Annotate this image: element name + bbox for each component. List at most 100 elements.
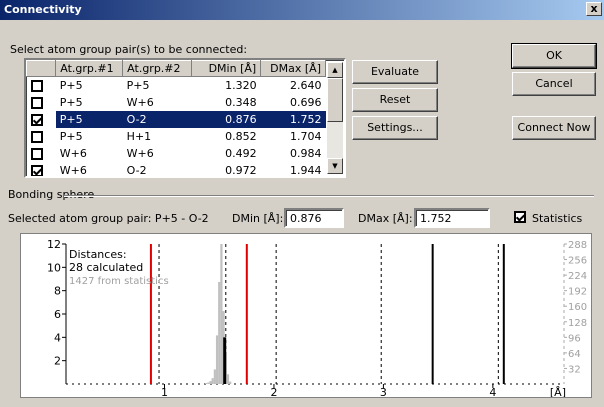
y-tick-label-left: 4 <box>54 331 61 344</box>
table-scrollbar[interactable]: ▲ ▼ <box>327 62 343 174</box>
cancel-label: Cancel <box>535 77 573 90</box>
row-checkbox[interactable] <box>27 162 56 176</box>
statistics-check-icon[interactable] <box>514 211 526 223</box>
cell-grp2: W+6 <box>126 95 154 109</box>
bonding-sphere-divider <box>64 195 594 197</box>
ok-label: OK <box>546 49 562 62</box>
ok-button[interactable]: OK <box>511 43 597 69</box>
statistics-bar <box>209 381 212 384</box>
evaluate-label: Evaluate <box>370 65 420 78</box>
col-header-dmax[interactable]: DMax [Å] <box>260 60 326 77</box>
statistics-bar <box>213 369 216 384</box>
y-tick-label-right: 256 <box>568 256 587 267</box>
cell-grp2: P+5 <box>126 78 150 92</box>
col-header-grp1[interactable]: At.grp.#1 <box>55 60 124 77</box>
y-tick-label-right: 128 <box>568 318 587 329</box>
histogram-svg: 246810123264961281601922242562881 2 3 4 [Å]D… <box>47 238 587 397</box>
table-row[interactable]: W+6 W+6 0.492 0.984 <box>27 145 326 162</box>
settings-button[interactable]: Settings... <box>352 116 438 140</box>
statistics-bar <box>220 244 223 384</box>
table-row[interactable]: W+6 O-2 0.972 1.944 <box>27 162 326 177</box>
y-tick-label-right: 32 <box>568 364 581 375</box>
cell-grp1: P+5 <box>59 78 83 92</box>
scroll-up-icon[interactable]: ▲ <box>327 62 343 78</box>
statistics-bar <box>226 374 230 384</box>
y-tick-label-left: 10 <box>47 261 61 274</box>
table-header-row: At.grp.#1 At.grp.#2 DMin [Å] DMax [Å] <box>26 60 326 77</box>
checkbox-icon[interactable] <box>30 130 43 143</box>
table-row[interactable]: P+5 O-2 0.876 1.752 <box>27 110 326 128</box>
x-tick-label: 4 <box>489 386 496 397</box>
statistics-bar <box>205 383 208 384</box>
cell-grp2: W+6 <box>126 146 154 160</box>
x-tick-label: 3 <box>380 386 387 397</box>
cell-dmin: 0.876 <box>191 110 261 128</box>
y-tick-label-right: 160 <box>568 302 587 313</box>
cell-dmin: 0.972 <box>225 163 257 177</box>
statistics-checkbox[interactable] <box>514 210 526 223</box>
cell-grp2: H+1 <box>126 129 152 143</box>
x-unit-label: [Å] <box>550 386 566 397</box>
cell-dmax: 1.704 <box>290 129 322 143</box>
statistics-bar <box>211 378 214 384</box>
scroll-thumb[interactable] <box>327 78 343 122</box>
table-row[interactable]: P+5 W+6 0.348 0.696 <box>27 94 326 111</box>
cell-dmin: 0.348 <box>225 95 257 109</box>
y-tick-label-right: 64 <box>568 349 581 360</box>
row-checkbox[interactable] <box>27 128 56 145</box>
selected-pair-label: Selected atom group pair: P+5 - O-2 <box>8 212 209 225</box>
cell-grp1: W+6 <box>59 146 87 160</box>
checkbox-icon[interactable] <box>30 164 43 176</box>
y-tick-label-right: 96 <box>568 333 581 344</box>
checkbox-icon[interactable] <box>30 96 43 109</box>
y-tick-label-left: 6 <box>54 308 61 321</box>
window-title: Connectivity <box>4 3 82 16</box>
connect-now-label: Connect Now <box>517 121 591 134</box>
row-checkbox[interactable] <box>27 77 56 94</box>
statistics-bar <box>218 281 221 384</box>
cell-dmin: 0.852 <box>225 129 257 143</box>
select-pairs-label: Select atom group pair(s) to be connecte… <box>10 43 248 56</box>
cell-dmax: 1.752 <box>260 110 326 128</box>
checkbox-icon[interactable] <box>30 113 43 126</box>
checkbox-icon[interactable] <box>30 147 43 160</box>
table-row[interactable]: P+5 P+5 1.320 2.640 <box>27 77 326 94</box>
col-header-dmin[interactable]: DMin [Å] <box>191 60 262 77</box>
cell-dmax: 0.984 <box>290 146 322 160</box>
table-row[interactable]: P+5 H+1 0.852 1.704 <box>27 128 326 145</box>
reset-button[interactable]: Reset <box>352 88 438 112</box>
row-checkbox[interactable] <box>27 111 56 128</box>
y-tick-label-left: 8 <box>54 285 61 298</box>
cell-grp1: P+5 <box>59 129 83 143</box>
title-bar: Connectivity x <box>0 0 604 20</box>
col-header-check[interactable] <box>26 60 57 77</box>
col-header-grp2[interactable]: At.grp.#2 <box>122 60 193 77</box>
evaluate-button[interactable]: Evaluate <box>352 60 438 84</box>
cell-dmin: 0.492 <box>225 146 257 160</box>
y-tick-label-right: 192 <box>568 287 587 298</box>
statistics-bar <box>229 381 232 384</box>
row-checkbox[interactable] <box>27 145 56 162</box>
legend-line-calculated: 28 calculated <box>69 261 143 274</box>
dmax-field[interactable]: 1.752 <box>414 208 490 228</box>
row-checkbox[interactable] <box>27 94 56 111</box>
connect-now-button[interactable]: Connect Now <box>512 116 596 140</box>
close-icon[interactable]: x <box>586 2 602 16</box>
scroll-down-icon[interactable]: ▼ <box>327 158 343 174</box>
x-tick-label: 1 <box>161 386 168 397</box>
reset-label: Reset <box>379 93 411 106</box>
checkbox-icon[interactable] <box>30 79 43 92</box>
dmin-label: DMin [Å]: <box>232 212 284 225</box>
distance-histogram: 2 4 6 8 10 12 32 64 96 128 160 192 224 256 288 1 2 3 4 [Å] D… <box>20 233 592 398</box>
calculated-bar <box>223 337 227 384</box>
cell-grp2: O-2 <box>122 110 192 128</box>
dmin-field[interactable]: 0.876 <box>284 208 344 228</box>
pairs-table: At.grp.#1 At.grp.#2 DMin [Å] DMax [Å] P+… <box>26 60 344 176</box>
statistics-bar <box>215 335 219 384</box>
statistics-bar <box>207 382 210 384</box>
settings-label: Settings... <box>367 121 423 134</box>
cell-dmax: 2.640 <box>290 78 322 92</box>
cell-grp2: O-2 <box>126 163 147 177</box>
cancel-button[interactable]: Cancel <box>512 72 596 96</box>
y-tick-label-right: 288 <box>568 240 587 251</box>
